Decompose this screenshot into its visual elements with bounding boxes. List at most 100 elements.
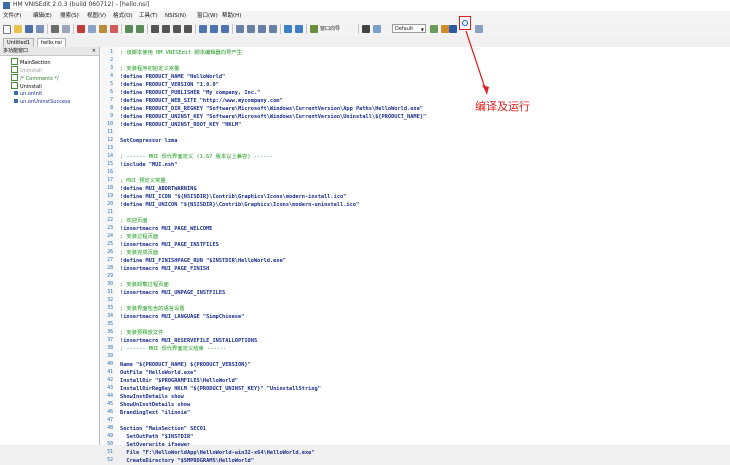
code-line[interactable]: 7 !define PRODUCT_WEB_SITE "http://www.my… <box>100 97 700 105</box>
code-line[interactable]: 21 <box>100 209 700 217</box>
delete-icon[interactable] <box>110 25 118 33</box>
new-file-icon[interactable] <box>3 25 11 34</box>
code-line[interactable]: 51 File "F:\HelloWorldApp\HelloWorld-win… <box>100 449 700 457</box>
replace-icon[interactable] <box>173 25 181 33</box>
checkbox-icon[interactable] <box>11 66 18 73</box>
paragraph-icon[interactable] <box>362 25 370 33</box>
menu-nsis[interactable]: NSIS(N) <box>165 12 186 21</box>
bookmark-next-icon[interactable] <box>210 25 218 33</box>
checkbox-icon[interactable] <box>11 74 18 81</box>
code-line[interactable]: 34 !insertmacro MUI_LANGUAGE "SimpChinese… <box>100 313 700 321</box>
code-line[interactable]: 5 !define PRODUCT_VERSION "1.0.0" <box>100 81 700 89</box>
open-folder-icon[interactable] <box>14 25 22 33</box>
test-installer-icon[interactable] <box>475 25 483 33</box>
scheme-settings-icon[interactable] <box>430 25 438 33</box>
checkbox-icon[interactable] <box>11 82 18 89</box>
uncomment-icon[interactable] <box>269 25 277 33</box>
save-icon[interactable] <box>25 25 33 33</box>
menu-format[interactable]: 格式(O) <box>113 12 133 21</box>
code-line[interactable]: 44 ShowInstDetails show <box>100 393 700 401</box>
comment-icon[interactable] <box>258 25 266 33</box>
forward-arrow-icon[interactable] <box>295 25 303 33</box>
code-line[interactable]: 18 !define MUI_ABORTWARNING <box>100 185 700 193</box>
code-line[interactable]: 10 !define PRODUCT_UNINST_ROOT_KEY "HKLM" <box>100 121 700 129</box>
code-line[interactable]: 28 !insertmacro MUI_PAGE_FINISH <box>100 265 700 273</box>
code-line[interactable]: 1 ; 该脚本使用 HM VNISEdit 脚本编辑器向导产生 <box>100 49 700 57</box>
code-line[interactable]: 31 !insertmacro MUI_UNPAGE_INSTFILES <box>100 289 700 297</box>
code-line[interactable]: 25 !insertmacro MUI_PAGE_INSTFILES <box>100 241 700 249</box>
compile-icon[interactable] <box>449 25 457 33</box>
cut-icon[interactable] <box>77 25 85 33</box>
code-line[interactable]: 42 InstallDir "$PROGRAMFILES\HelloWorld" <box>100 377 700 385</box>
view-mode-icon[interactable] <box>373 25 381 33</box>
code-line[interactable]: 17 ; MUI 预定义常量 <box>100 177 700 185</box>
tree-item-un-oninit[interactable]: un.onInit <box>14 90 42 98</box>
code-line[interactable]: 4 !define PRODUCT_NAME "HelloWorld" <box>100 73 700 81</box>
redo-icon[interactable] <box>136 25 144 33</box>
find-next-icon[interactable] <box>162 25 170 33</box>
menu-search[interactable]: 搜索(S) <box>60 12 79 21</box>
code-line[interactable]: 20 !define MUI_UNICON "${NSISDIR}\Contrib… <box>100 201 700 209</box>
tree-item-un-onuninstsuccess[interactable]: un.onUninstSuccess <box>14 98 70 106</box>
code-line[interactable]: 38 ; ------ MUI 现代界面定义结束 ------ <box>100 345 700 353</box>
wizard-icon[interactable] <box>310 25 318 33</box>
code-line[interactable]: 23 !insertmacro MUI_PAGE_WELCOME <box>100 225 700 233</box>
goto-icon[interactable] <box>184 25 192 33</box>
code-line[interactable]: 27 !define MUI_FINISHPAGE_RUN "$INSTDIR\H… <box>100 257 700 265</box>
code-line[interactable]: 14 ; ------ MUI 现代界面定义 (1.67 版本以上兼容) ----… <box>100 153 700 161</box>
syntax-scheme-select[interactable]: Default ▼ <box>392 24 426 33</box>
code-line[interactable]: 22 ; 欢迎页面 <box>100 217 700 225</box>
wizard-button-label[interactable]: 窗口向导 <box>320 25 340 33</box>
tab-hello-nsi[interactable]: hello.nsi <box>37 38 66 47</box>
code-line[interactable]: 37 !insertmacro MUI_RESERVEFILE_INSTALLOP… <box>100 337 700 345</box>
code-line[interactable]: 29 <box>100 273 700 281</box>
code-line[interactable]: 36 ; 安装预释放文件 <box>100 329 700 337</box>
code-editor[interactable]: 1; 该脚本使用 HM VNISEdit 脚本编辑器向导产生 2 3; 安装程序初始… <box>100 47 730 464</box>
code-line[interactable]: 39 <box>100 353 700 361</box>
code-line[interactable]: 19 !define MUI_ICON "${NSISDIR}\Contrib\G… <box>100 193 700 201</box>
code-line[interactable]: 33 ; 安装界面包含的语言设置 <box>100 305 700 313</box>
code-line[interactable]: 50 SetOverwrite ifnewer <box>100 441 700 449</box>
code-line[interactable]: 16 <box>100 169 700 177</box>
bookmark-icon[interactable] <box>199 25 207 33</box>
code-line[interactable]: 47 <box>100 417 700 425</box>
code-line[interactable]: 45 ShowUnInstDetails show <box>100 401 700 409</box>
menu-edit[interactable]: 编辑(E) <box>33 12 52 21</box>
code-line[interactable]: 3 ; 安装程序初始定义常量 <box>100 65 700 73</box>
code-line[interactable]: 11 <box>100 129 700 137</box>
tab-untitled1[interactable]: Untitled1 <box>3 38 34 47</box>
code-line[interactable]: 26 ; 安装完成页面 <box>100 249 700 257</box>
save-all-icon[interactable] <box>36 25 44 33</box>
preview-icon[interactable] <box>62 25 70 33</box>
code-line[interactable]: 48 Section "MainSection" SEC01 <box>100 425 700 433</box>
code-line[interactable]: 35 <box>100 321 700 329</box>
code-line[interactable]: 41 OutFile "HelloWorld.exe" <box>100 369 700 377</box>
menu-file[interactable]: 文件(F) <box>3 12 21 21</box>
code-line[interactable]: 8 !define PRODUCT_DIR_REGKEY "Software\Mi… <box>100 105 700 113</box>
code-line[interactable]: 12 SetCompressor lzma <box>100 137 700 145</box>
code-line[interactable]: 6 !define PRODUCT_PUBLISHER "My company, … <box>100 89 700 97</box>
menu-tools[interactable]: 工具(T) <box>139 12 158 21</box>
compile-and-run-button[interactable] <box>459 16 471 30</box>
code-line[interactable]: 9 !define PRODUCT_UNINST_KEY "Software\Mi… <box>100 113 700 121</box>
code-line[interactable]: 32 <box>100 297 700 305</box>
indent-icon[interactable] <box>236 25 244 33</box>
menu-view[interactable]: 视图(V) <box>87 12 106 21</box>
syntax-check-icon[interactable] <box>441 25 449 33</box>
find-icon[interactable] <box>151 25 159 33</box>
undo-icon[interactable] <box>125 25 133 33</box>
code-line[interactable]: 40 Name "${PRODUCT_NAME} ${PRODUCT_VERSIO… <box>100 361 700 369</box>
code-line[interactable]: 52 CreateDirectory "$SMPROGRAMS\HelloWor… <box>100 457 700 465</box>
code-line[interactable]: 49 SetOutPath "$INSTDIR" <box>100 433 700 441</box>
close-icon[interactable]: × <box>92 47 96 56</box>
code-line[interactable]: 15 !include "MUI.nsh" <box>100 161 700 169</box>
print-icon[interactable] <box>51 25 59 33</box>
outdent-icon[interactable] <box>247 25 255 33</box>
paste-icon[interactable] <box>99 25 107 33</box>
copy-icon[interactable] <box>88 25 96 33</box>
code-line[interactable]: 43 InstallDirRegKey HKLM "${PRODUCT_UNINS… <box>100 385 700 393</box>
code-line[interactable]: 46 BrandingText "ilinnie" <box>100 409 700 417</box>
menu-help[interactable]: 帮助(H) <box>222 12 241 21</box>
checkbox-icon[interactable] <box>11 58 18 65</box>
bookmark-prev-icon[interactable] <box>221 25 229 33</box>
